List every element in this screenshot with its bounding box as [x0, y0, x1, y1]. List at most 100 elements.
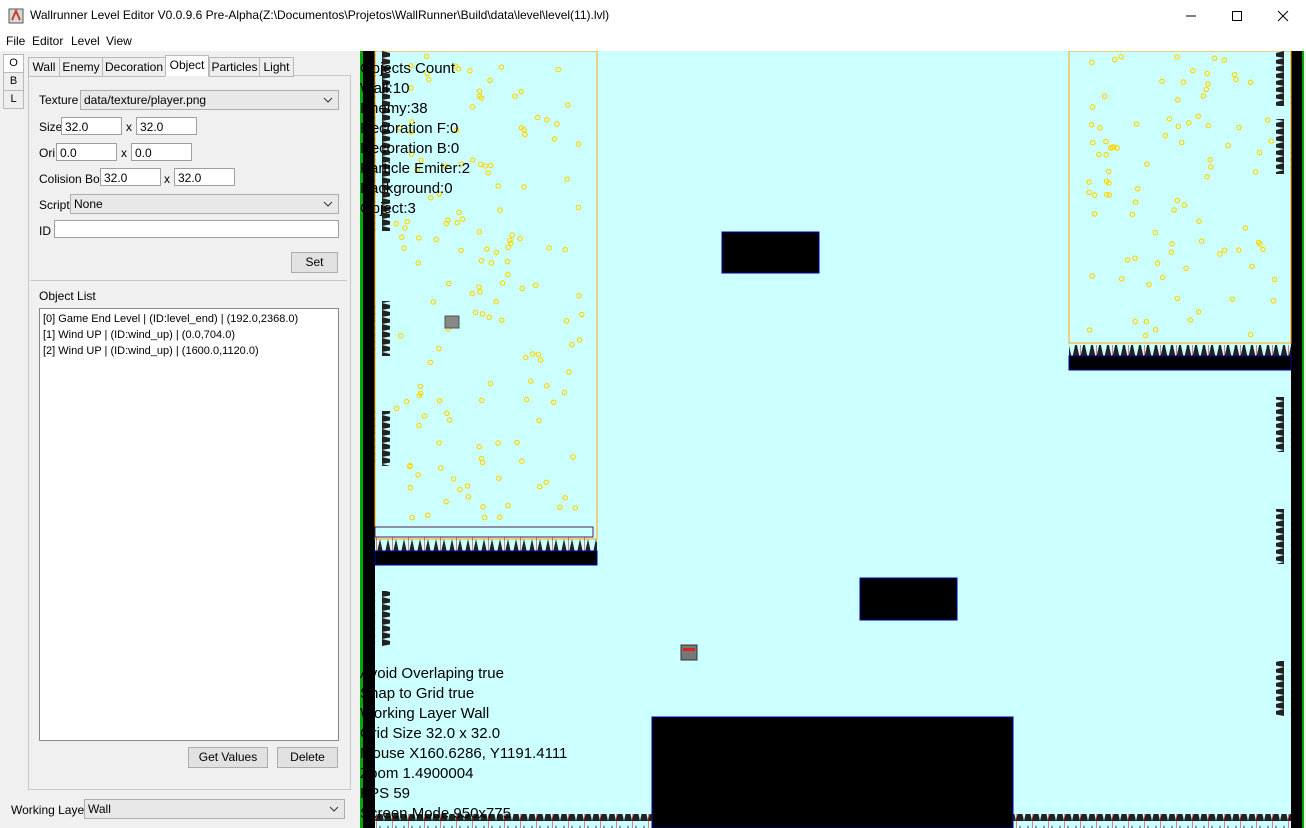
particle-dot [1152, 326, 1159, 333]
particle-dot [1086, 189, 1092, 196]
hud-bottom: Avoid Overlaping true Snap to Grid true … [360, 664, 567, 824]
particle-dot [1132, 199, 1139, 205]
close-button[interactable] [1260, 0, 1306, 31]
maximize-button[interactable] [1214, 0, 1260, 31]
tab-object[interactable]: Object [165, 55, 209, 77]
particle-dot [1221, 57, 1228, 63]
particle-dot [514, 439, 520, 446]
ori-y-field[interactable]: 0.0 [131, 143, 192, 161]
particle-dot [402, 225, 408, 231]
particle-dot [496, 514, 503, 521]
tab-light[interactable]: Light [259, 57, 294, 77]
particle-dot [1256, 149, 1263, 156]
particle-dot [1260, 246, 1266, 253]
particle-dot [562, 494, 569, 501]
size-label: Size [39, 120, 63, 134]
get-values-button[interactable]: Get Values [188, 747, 268, 768]
id-field[interactable] [54, 220, 339, 238]
particle-dot [1187, 317, 1194, 323]
tab-wall[interactable]: Wall [28, 57, 60, 77]
ori-label: Ori [39, 146, 55, 160]
texture-label: Texture [39, 93, 79, 107]
working-layer-select[interactable]: Wall [84, 799, 345, 819]
particle-dot [1152, 229, 1159, 236]
particle-dot [457, 486, 463, 493]
particle-dot [1095, 151, 1102, 158]
minimize-button[interactable] [1168, 0, 1214, 31]
script-select[interactable]: None [70, 194, 339, 214]
tab-particles[interactable]: Particles [209, 57, 260, 77]
side-tabs: O B L [3, 54, 24, 109]
wall-block[interactable] [1068, 355, 1292, 371]
menu-file[interactable]: File [6, 34, 25, 48]
particle-dot [1089, 104, 1096, 110]
particle-dot [487, 380, 494, 387]
particle-dot [415, 260, 422, 266]
particle-dot [477, 161, 484, 168]
title-bar: Wallrunner Level Editor V0.0.9.6 Pre-Alp… [0, 0, 1306, 31]
menu-view[interactable]: View [106, 34, 132, 48]
particle-dot [568, 341, 575, 348]
particle-dot [450, 476, 457, 482]
delete-button[interactable]: Delete [277, 747, 338, 768]
particle-dot [1207, 164, 1214, 170]
list-item[interactable]: [1] Wind UP | (ID:wind_up) | (0.0,704.0) [43, 327, 335, 343]
texture-select[interactable]: data/texture/player.png [80, 90, 339, 110]
player-sprite[interactable] [680, 644, 698, 661]
particle-dot [562, 246, 568, 253]
particle-dot [507, 237, 513, 244]
wall-block[interactable] [374, 550, 598, 566]
menu-editor[interactable]: Editor [32, 34, 63, 48]
level-canvas[interactable]: Objects Count Wall:10 Enemy:38 Decoratio… [360, 51, 1304, 828]
particle-dot [498, 64, 505, 71]
working-layer-label: Working Layer [11, 803, 89, 817]
menu-level[interactable]: Level [71, 34, 100, 48]
particle-dot [469, 103, 476, 110]
particle-dot [484, 246, 490, 253]
particle-dot [1105, 168, 1112, 175]
particle-dot [469, 157, 476, 163]
particle-dot [1221, 247, 1228, 254]
particle-dot [536, 483, 543, 490]
enemy-sprite[interactable] [444, 315, 460, 329]
particle-dot [393, 405, 400, 412]
ori-x-field[interactable]: 0.0 [56, 143, 117, 161]
side-tab-objects[interactable]: O [3, 54, 24, 73]
particle-dot [482, 163, 489, 169]
particle-dot [1204, 174, 1210, 180]
particle-dot [505, 502, 511, 509]
particle-dot [485, 170, 491, 176]
spikes [375, 301, 390, 356]
size-height-field[interactable]: 32.0 [136, 117, 197, 135]
tab-decoration[interactable]: Decoration [102, 57, 166, 77]
tab-enemy[interactable]: Enemy [59, 57, 103, 77]
list-item[interactable]: [2] Wind UP | (ID:wind_up) | (1600.0,112… [43, 343, 335, 359]
particle-dot [433, 236, 440, 243]
particle-dot [522, 131, 528, 138]
list-item[interactable]: [0] Game End Level | (ID:level_end) | (1… [43, 311, 335, 327]
particle-dot [1204, 70, 1211, 77]
particle-dot [546, 245, 552, 251]
hud-line: Decoration B:0 [360, 140, 460, 157]
side-tab-level[interactable]: L [3, 90, 24, 109]
wall-block[interactable] [859, 577, 958, 621]
size-width-field[interactable]: 32.0 [61, 117, 122, 135]
particle-dot [481, 514, 488, 521]
side-tab-background[interactable]: B [3, 72, 24, 91]
particle-dot [535, 351, 542, 358]
object-list[interactable]: [0] Game End Level | (ID:level_end) | (1… [39, 308, 339, 741]
particle-dot [398, 234, 405, 241]
particle-dot [436, 397, 443, 404]
platform-outline [374, 526, 594, 538]
colision-height-field[interactable]: 32.0 [174, 168, 235, 186]
set-button[interactable]: Set [291, 252, 338, 273]
particle-dot [478, 257, 485, 264]
wall-block[interactable] [651, 716, 1014, 828]
particle-dot [1103, 191, 1110, 198]
particle-dot [499, 317, 505, 324]
particle-dot [1178, 139, 1185, 146]
particle-dot [1159, 78, 1165, 85]
wall-block[interactable] [721, 231, 820, 274]
particle-dot [512, 93, 518, 100]
colision-width-field[interactable]: 32.0 [100, 168, 161, 186]
